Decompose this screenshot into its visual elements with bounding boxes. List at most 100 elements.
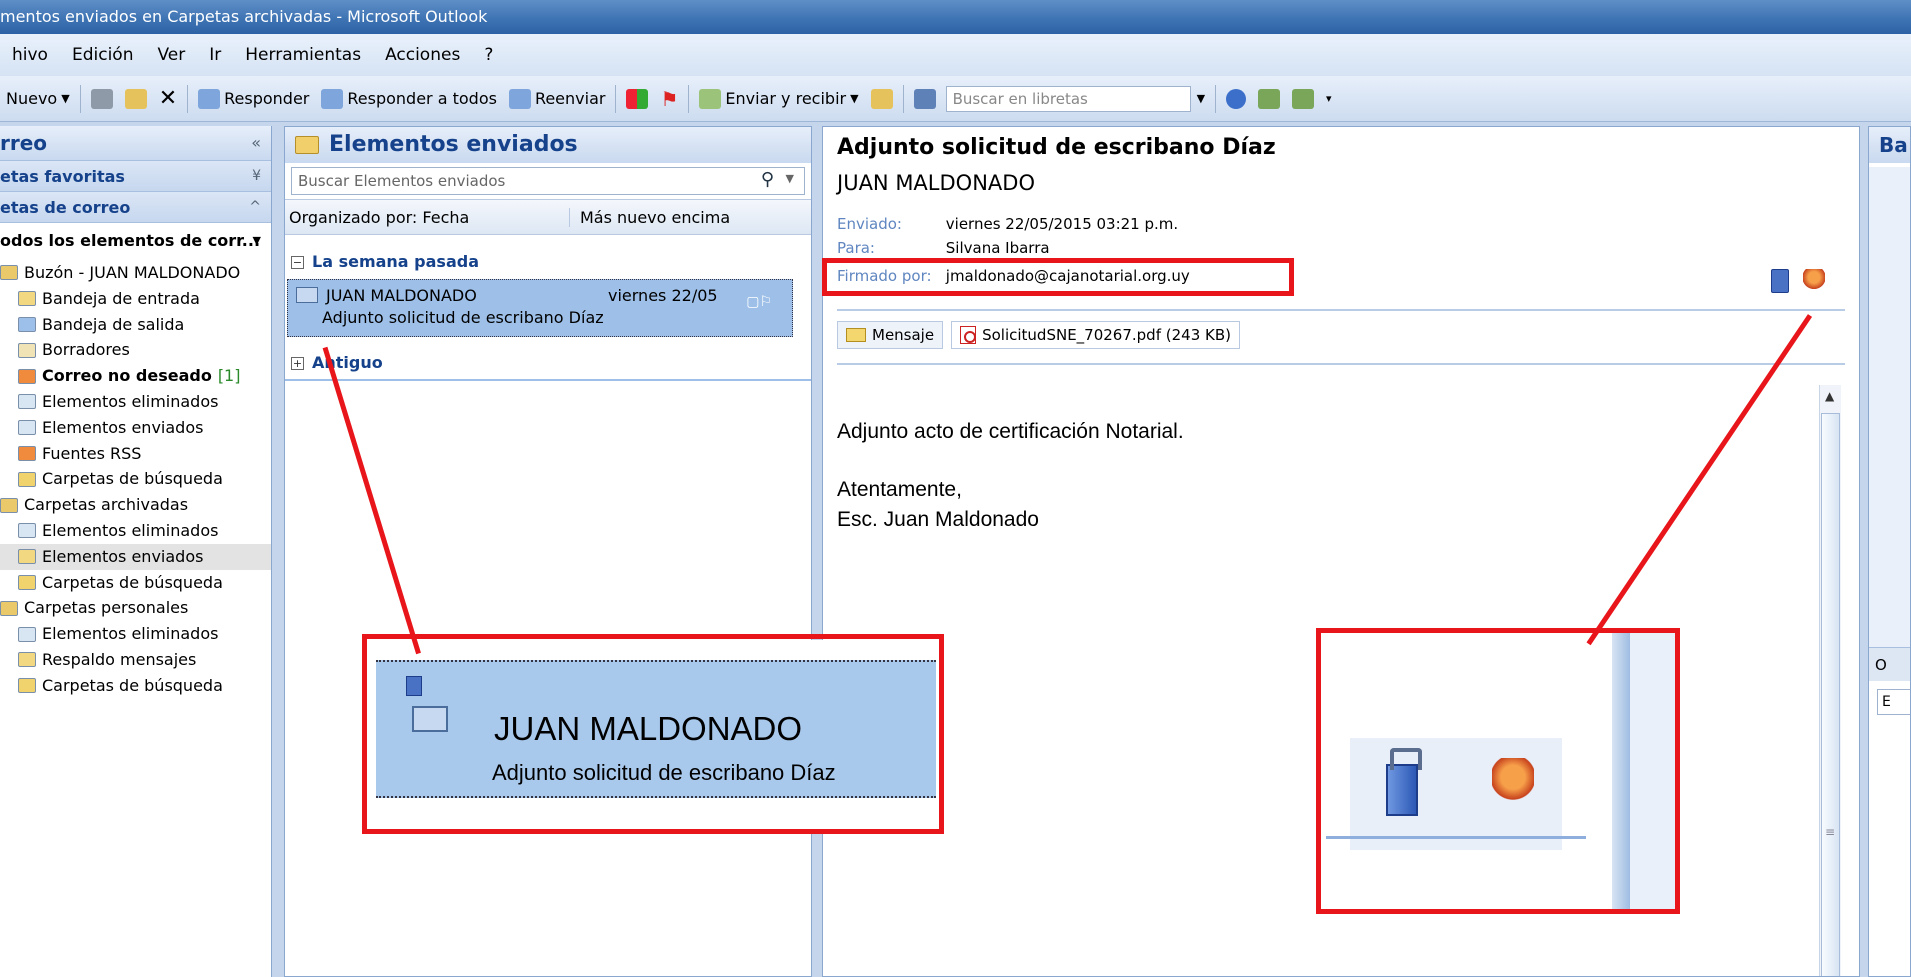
search-icon[interactable]: ⚲ bbox=[761, 169, 774, 190]
chevron-down-icon[interactable]: ▼ bbox=[786, 172, 794, 185]
tree-item-sent[interactable]: Elementos enviados bbox=[0, 415, 271, 441]
tree-item-drafts[interactable]: Borradores bbox=[0, 337, 271, 363]
reply-button[interactable]: Responder bbox=[192, 82, 315, 116]
menu-tools[interactable]: Herramientas bbox=[233, 45, 373, 65]
tree-item-archive-search[interactable]: Carpetas de búsqueda bbox=[0, 570, 271, 596]
menu-go[interactable]: Ir bbox=[197, 45, 233, 65]
drafts-icon bbox=[18, 342, 36, 358]
tree-item-personal-search[interactable]: Carpetas de búsqueda bbox=[0, 673, 271, 699]
tree-item-label: Fuentes RSS bbox=[42, 443, 142, 463]
tree-item-label: Bandeja de salida bbox=[42, 314, 185, 334]
move-button[interactable] bbox=[119, 82, 153, 116]
menu-view[interactable]: Ver bbox=[145, 45, 197, 65]
security-button-1[interactable] bbox=[1252, 82, 1286, 116]
tree-item-personal[interactable]: Carpetas personales bbox=[0, 595, 271, 621]
tree-item-archive-sent[interactable]: Elementos enviados bbox=[0, 543, 271, 570]
deleted-items-icon bbox=[18, 626, 36, 642]
sent-items-icon bbox=[18, 420, 36, 436]
tree-item-inbox[interactable]: Bandeja de entrada bbox=[0, 286, 271, 312]
collapse-icon[interactable]: − bbox=[291, 255, 304, 269]
envelope-icon bbox=[846, 328, 866, 342]
all-mail-items-selector[interactable]: odos los elementos de corr... ▼ bbox=[0, 222, 271, 258]
print-button[interactable] bbox=[85, 82, 119, 116]
tree-item-archive-deleted[interactable]: Elementos eliminados bbox=[0, 518, 271, 544]
attachment-item[interactable]: SolicitudSNE_70267.pdf (243 KB) bbox=[951, 321, 1240, 349]
tree-item-archive[interactable]: Carpetas archivadas bbox=[0, 492, 271, 518]
help-icon bbox=[1226, 88, 1247, 109]
item-from: JUAN MALDONADO bbox=[326, 286, 477, 305]
window-title: mentos enviados en Carpetas archivadas -… bbox=[0, 7, 488, 26]
security-indicators bbox=[1771, 269, 1825, 293]
arranged-by-label[interactable]: Organizado por: Fecha bbox=[285, 207, 570, 227]
group-older[interactable]: + Antiguo bbox=[285, 347, 811, 381]
tree-item-personal-deleted[interactable]: Elementos eliminados bbox=[0, 621, 271, 647]
favorite-folders-section[interactable]: etas favoritas ¥ bbox=[0, 160, 271, 191]
list-item[interactable]: JUAN MALDONADO viernes 22/05 Adjunto sol… bbox=[287, 279, 793, 337]
list-search-input[interactable]: Buscar Elementos enviados ⚲ ▼ bbox=[291, 167, 805, 195]
arrange-bar[interactable]: Organizado por: Fecha Más nuevo encima bbox=[285, 199, 811, 235]
encryption-lock-icon[interactable] bbox=[1771, 269, 1789, 293]
tree-item-deleted[interactable]: Elementos eliminados bbox=[0, 389, 271, 415]
group-last-week[interactable]: − La semana pasada bbox=[285, 245, 811, 279]
search-folder-button[interactable] bbox=[865, 82, 899, 116]
item-date: viernes 22/05 bbox=[608, 286, 718, 305]
flag-button[interactable]: ⚑ bbox=[654, 82, 684, 116]
message-tab[interactable]: Mensaje bbox=[837, 321, 944, 349]
digital-signature-icon[interactable] bbox=[1803, 269, 1825, 293]
chevron-down-icon[interactable]: ▼ bbox=[61, 92, 69, 105]
deleted-items-icon bbox=[18, 523, 36, 539]
navigation-pane: rreo « etas favoritas ¥ etas de correo ^… bbox=[0, 126, 272, 977]
reply-all-icon bbox=[321, 88, 344, 109]
scroll-thumb[interactable] bbox=[1821, 413, 1840, 976]
vertical-scrollbar[interactable]: ▲ ≡ bbox=[1819, 385, 1841, 976]
tree-item-rss[interactable]: Fuentes RSS bbox=[0, 441, 271, 467]
expand-icon[interactable]: + bbox=[291, 356, 304, 370]
message-from[interactable]: JUAN MALDONADO bbox=[837, 171, 1035, 195]
send-receive-button[interactable]: Enviar y recibir ▼ bbox=[693, 82, 864, 116]
flag-icon[interactable]: ▢⚐ bbox=[746, 294, 772, 310]
address-search-input[interactable]: Buscar en libretas bbox=[945, 85, 1191, 112]
todo-input[interactable]: E bbox=[1877, 689, 1910, 715]
new-button[interactable]: Nuevo ▼ bbox=[0, 82, 76, 116]
tree-item-mailbox[interactable]: Buzón - JUAN MALDONADO bbox=[0, 260, 271, 286]
chevron-down-icon[interactable]: ¥ bbox=[252, 161, 261, 192]
forward-button[interactable]: Reenviar bbox=[503, 82, 612, 116]
scroll-up-icon[interactable]: ▲ bbox=[1825, 389, 1834, 403]
title-bar: mentos enviados en Carpetas archivadas -… bbox=[0, 0, 1911, 34]
send-receive-label: Enviar y recibir bbox=[725, 89, 847, 108]
collapse-pane-icon[interactable]: « bbox=[251, 126, 261, 160]
reply-all-button[interactable]: Responder a todos bbox=[315, 82, 503, 116]
chevron-up-icon[interactable]: ^ bbox=[249, 192, 261, 223]
tree-item-label: Carpetas de búsqueda bbox=[42, 572, 223, 592]
todo-header[interactable]: Ba bbox=[1869, 127, 1910, 163]
list-header: Elementos enviados bbox=[285, 127, 811, 163]
tree-item-label: Respaldo mensajes bbox=[42, 649, 197, 669]
signed-message-icon bbox=[296, 287, 318, 303]
security-button-2[interactable] bbox=[1286, 82, 1320, 116]
categorize-button[interactable] bbox=[620, 82, 654, 116]
tree-item-search-folders[interactable]: Carpetas de búsqueda bbox=[0, 466, 271, 492]
help-button[interactable] bbox=[1220, 82, 1252, 116]
to-value[interactable]: Silvana Ibarra bbox=[946, 239, 1050, 257]
sort-order-label[interactable]: Más nuevo encima bbox=[570, 208, 730, 227]
menu-help[interactable]: ? bbox=[472, 45, 505, 65]
menu-file[interactable]: hivo bbox=[0, 45, 60, 65]
mail-folders-section[interactable]: etas de correo ^ bbox=[0, 191, 271, 222]
address-book-button[interactable] bbox=[908, 82, 942, 116]
chevron-down-icon[interactable]: ▼ bbox=[850, 92, 858, 105]
toolbar-options-button[interactable]: ▾ bbox=[1320, 82, 1338, 116]
delete-button[interactable]: ✕ bbox=[153, 82, 183, 116]
attachment-divider bbox=[837, 363, 1845, 365]
menu-edit[interactable]: Edición bbox=[60, 45, 146, 65]
junk-mail-icon bbox=[18, 368, 36, 384]
tree-item-outbox[interactable]: Bandeja de salida bbox=[0, 312, 271, 338]
tree-item-junk[interactable]: Correo no deseado [1] bbox=[0, 363, 271, 389]
header-divider bbox=[837, 309, 1845, 311]
sent-label: Enviado: bbox=[837, 215, 902, 233]
tree-item-label: Buzón - JUAN MALDONADO bbox=[24, 263, 241, 282]
address-search-dropdown[interactable]: ▼ bbox=[1191, 82, 1211, 116]
menu-actions[interactable]: Acciones bbox=[373, 45, 472, 65]
tree-item-backup[interactable]: Respaldo mensajes bbox=[0, 647, 271, 673]
printer-icon bbox=[90, 88, 113, 109]
chevron-down-icon[interactable]: ▼ bbox=[253, 223, 261, 259]
